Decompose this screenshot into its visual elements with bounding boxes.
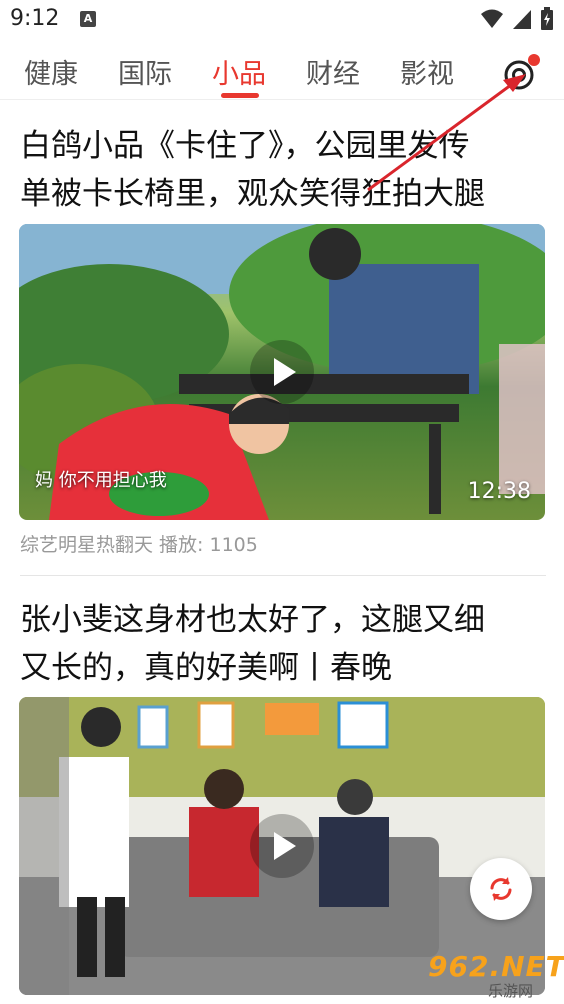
refresh-button[interactable] bbox=[470, 858, 532, 920]
wifi-icon bbox=[481, 9, 503, 28]
article-1-title-line1: 白鸽小品《卡住了》，公园里发传 bbox=[20, 128, 470, 164]
category-tabs: 健康 国际 小品 财经 影视 bbox=[0, 40, 564, 100]
article-1-video-thumbnail[interactable]: 妈 你不用担心我 12:38 bbox=[19, 224, 545, 520]
play-button[interactable] bbox=[250, 814, 314, 878]
watermark-sub: 乐游网 bbox=[488, 982, 534, 1000]
battery-icon bbox=[541, 7, 553, 30]
tab-film[interactable]: 影视 bbox=[400, 52, 454, 91]
signal-icon bbox=[513, 10, 531, 29]
video-duration: 12:38 bbox=[467, 479, 531, 504]
notification-badge: A bbox=[80, 11, 96, 27]
tab-health[interactable]: 健康 bbox=[24, 52, 78, 91]
status-icons bbox=[480, 7, 554, 31]
article-1-title[interactable]: 白鸽小品《卡住了》，公园里发传 单被卡长椅里，观众笑得狂拍大腿 bbox=[20, 122, 550, 218]
settings-eye-icon[interactable] bbox=[500, 52, 542, 94]
status-time: 9:12 bbox=[10, 6, 60, 31]
site-watermark: 962.NET 乐游网 bbox=[426, 950, 564, 1000]
article-2-title[interactable]: 张小斐这身材也太好了，这腿又细 又长的，真的好美啊丨春晚 bbox=[20, 596, 550, 692]
article-2-title-line1: 张小斐这身材也太好了，这腿又细 bbox=[20, 602, 485, 638]
article-2-title-line2: 又长的，真的好美啊丨春晚 bbox=[20, 650, 392, 686]
article-1-title-line2: 单被卡长椅里，观众笑得狂拍大腿 bbox=[20, 176, 485, 212]
active-tab-indicator bbox=[221, 93, 259, 98]
tab-international[interactable]: 国际 bbox=[118, 52, 172, 91]
article-divider bbox=[20, 575, 546, 576]
refresh-icon bbox=[490, 877, 512, 901]
tab-skits[interactable]: 小品 bbox=[212, 52, 266, 91]
watermark-main: 962.NET bbox=[428, 950, 564, 983]
play-button[interactable] bbox=[250, 340, 314, 404]
status-bar: 9:12 A bbox=[0, 0, 564, 40]
video-subtitle: 妈 你不用担心我 bbox=[35, 470, 167, 491]
tab-finance[interactable]: 财经 bbox=[306, 52, 360, 91]
article-1-meta: 综艺明星热翻天 播放: 1105 bbox=[20, 534, 258, 556]
